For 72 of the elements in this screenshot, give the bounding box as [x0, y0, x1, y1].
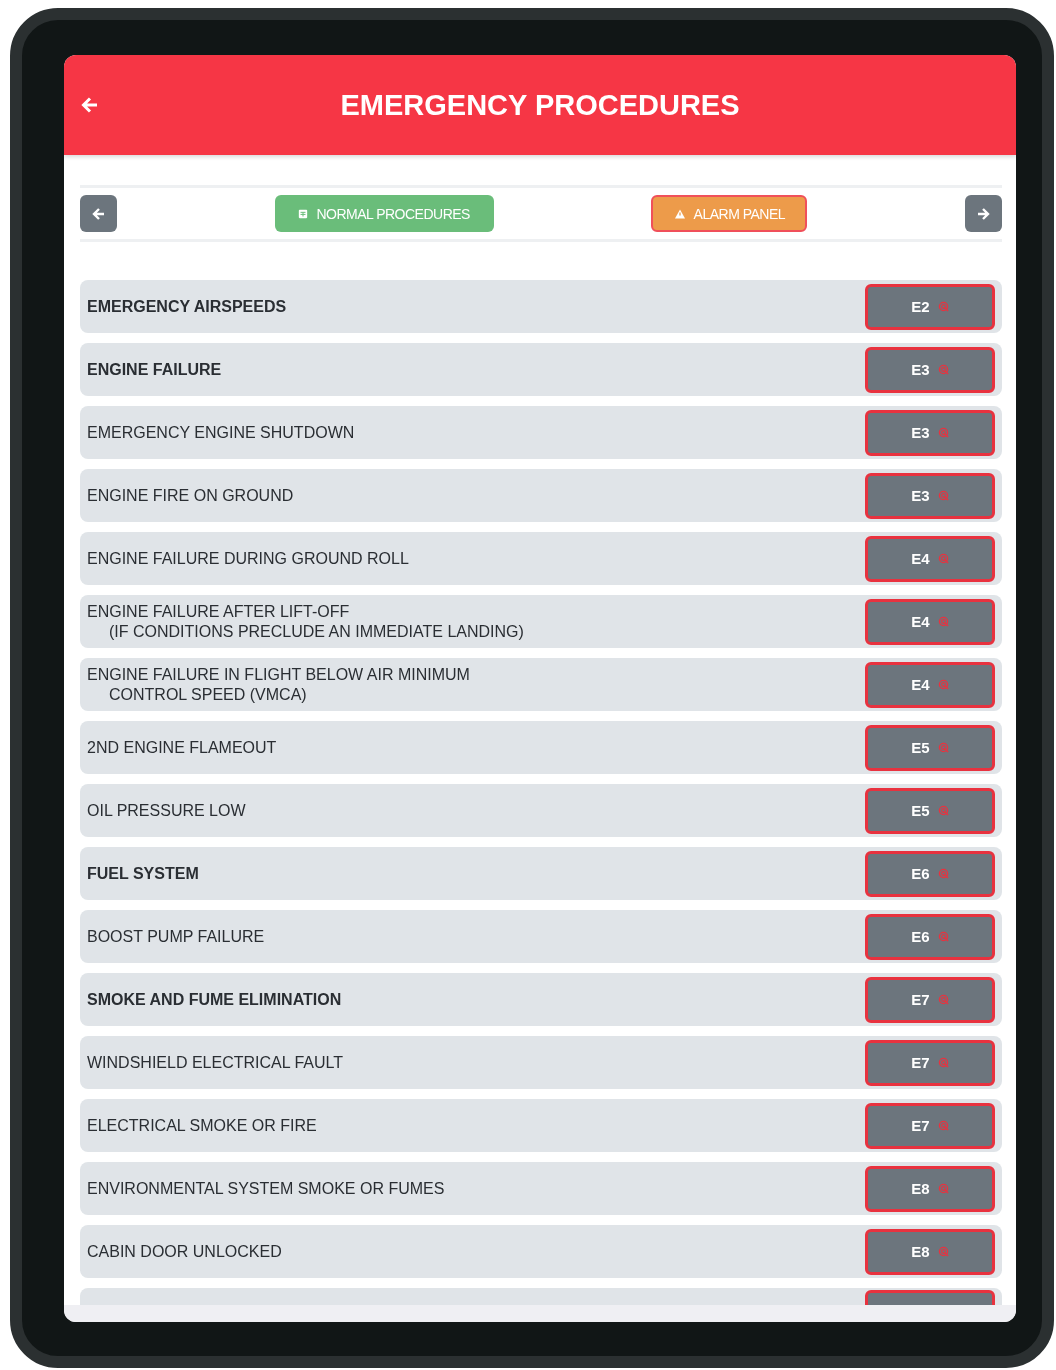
target-icon: [937, 1246, 949, 1257]
target-icon: [937, 301, 949, 312]
page-title: EMERGENCY PROCEDURES: [340, 88, 740, 122]
procedure-row[interactable]: EMERGENCY ENGINE SHUTDOWN E3: [80, 406, 1002, 459]
procedure-row[interactable]: SMOKE AND FUME ELIMINATION E7: [80, 973, 1002, 1026]
target-icon: [937, 490, 949, 501]
procedure-title: WINDSHIELD ELECTRICAL FAULT: [87, 1052, 344, 1073]
table-icon: [298, 208, 309, 219]
procedure-row[interactable]: ENGINE FAILURE IN FLIGHT BELOW AIR MINIMUM CONTROL SPEED (VMCA) E4: [80, 658, 1002, 711]
right-arrow-icon: [975, 205, 992, 222]
page-button[interactable]: E6: [865, 913, 995, 960]
target-icon: [937, 364, 949, 375]
procedure-title: EMERGENCY ENGINE SHUTDOWN: [87, 422, 355, 443]
page-button[interactable]: E3: [865, 409, 995, 456]
page-button[interactable]: E6: [865, 850, 995, 897]
page-button[interactable]: E2: [865, 283, 995, 330]
page-button[interactable]: E4: [865, 661, 995, 708]
procedure-row[interactable]: ELECTRICAL SMOKE OR FIRE E7: [80, 1099, 1002, 1152]
procedure-row[interactable]: ENGINE FIRE ON GROUND E3: [80, 469, 1002, 522]
procedure-title: EMERGENCY AIRSPEEDS: [87, 296, 287, 317]
procedure-title: SMOKE AND FUME ELIMINATION: [87, 989, 342, 1010]
procedure-title: ENGINE FAILURE DURING GROUND ROLL: [87, 548, 409, 569]
page-button[interactable]: E3: [865, 346, 995, 393]
page-button[interactable]: E8: [865, 1165, 995, 1212]
page-button[interactable]: E5: [865, 724, 995, 771]
procedure-title: 2ND ENGINE FLAMEOUT: [87, 737, 277, 758]
page-button[interactable]: E7: [865, 976, 995, 1023]
procedure-row[interactable]: CABIN DOOR UNLOCKED E8: [80, 1225, 1002, 1278]
procedure-row[interactable]: FUEL SYSTEM E6: [80, 847, 1002, 900]
warning-icon: [673, 207, 686, 220]
procedure-row[interactable]: 2ND ENGINE FLAMEOUT E5: [80, 721, 1002, 774]
procedure-title: ENGINE FAILURE AFTER LIFT-OFF (IF CONDITIONS PRECLUDE AN IMMEDIATE LANDING): [87, 601, 524, 642]
left-arrow-icon: [90, 205, 107, 222]
procedure-title: CABIN DOOR UNLOCKED: [87, 1241, 282, 1262]
target-icon: [937, 868, 949, 879]
target-icon: [937, 931, 949, 942]
target-icon: [937, 616, 949, 627]
procedure-title: ELECTRICAL SMOKE OR FIRE: [87, 1115, 317, 1136]
procedure-title: BOOST PUMP FAILURE: [87, 926, 265, 947]
target-icon: [937, 679, 949, 690]
page-button[interactable]: E4: [865, 598, 995, 645]
page-button[interactable]: E7: [865, 1039, 995, 1086]
page-button[interactable]: E8: [865, 1228, 995, 1275]
target-icon: [937, 805, 949, 816]
procedure-title: FUEL SYSTEM: [87, 863, 199, 884]
target-icon: [937, 1120, 949, 1131]
target-icon: [937, 994, 949, 1005]
target-icon: [937, 1057, 949, 1068]
procedure-row[interactable]: ENGINE FAILURE E3: [80, 343, 1002, 396]
procedure-row[interactable]: ENVIRONMENTAL SYSTEM SMOKE OR FUMES E8: [80, 1162, 1002, 1215]
procedure-title: ENGINE FAILURE IN FLIGHT BELOW AIR MINIMUM CONTROL SPEED (VMCA): [87, 664, 470, 705]
page-button[interactable]: E7: [865, 1102, 995, 1149]
page-button[interactable]: E3: [865, 472, 995, 519]
procedure-title: ENGINE FIRE ON GROUND: [87, 485, 294, 506]
target-icon: [937, 427, 949, 438]
procedure-row[interactable]: WINDSHIELD ELECTRICAL FAULT E7: [80, 1036, 1002, 1089]
procedure-row[interactable]: ENGINE FAILURE DURING GROUND ROLL E4: [80, 532, 1002, 585]
procedure-row[interactable]: ENGINE FAILURE AFTER LIFT-OFF (IF CONDITIONS PRECLUDE AN IMMEDIATE LANDING) E4: [80, 595, 1002, 648]
target-icon: [937, 1183, 949, 1194]
previous-button[interactable]: [80, 195, 117, 232]
target-icon: [937, 553, 949, 564]
next-button[interactable]: [964, 195, 1002, 232]
procedure-row[interactable]: OIL PRESSURE LOW E5: [80, 784, 1002, 837]
target-icon: [937, 742, 949, 753]
procedure-title: ENVIRONMENTAL SYSTEM SMOKE OR FUMES: [87, 1178, 445, 1199]
procedure-row[interactable]: BOOST PUMP FAILURE E6: [80, 910, 1002, 963]
procedure-title: ENGINE FAILURE: [87, 359, 222, 380]
procedure-title: OIL PRESSURE LOW: [87, 800, 246, 821]
page-button[interactable]: E4: [865, 535, 995, 582]
procedure-row[interactable]: EMERGENCY AIRSPEEDS E2: [80, 280, 1002, 333]
back-arrow-icon[interactable]: [80, 95, 100, 115]
page-button[interactable]: E5: [865, 787, 995, 834]
